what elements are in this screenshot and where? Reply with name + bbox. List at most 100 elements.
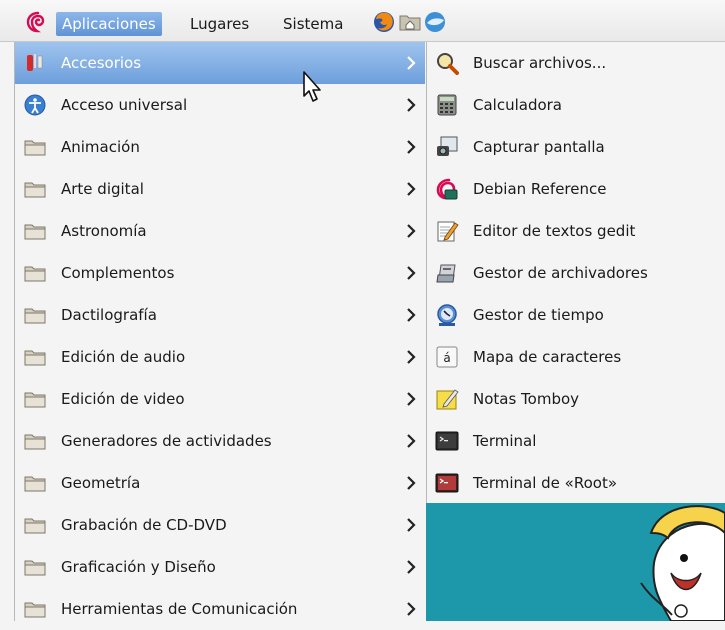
chevron-right-icon	[407, 434, 416, 448]
menu-item-edicion-de-audio[interactable]: Edición de audio	[15, 336, 425, 378]
screenshot-icon	[437, 136, 458, 156]
chevron-right-icon	[407, 518, 416, 532]
text-editor-icon	[437, 221, 459, 242]
submenu-item-gestor-de-archivadores[interactable]: Gestor de archivadores	[427, 252, 725, 294]
menu-item-graficacion-y-diseno[interactable]: Graficación y Diseño	[15, 546, 425, 588]
menu-item-label: Edición de audio	[61, 348, 186, 366]
menu-item-label: Animación	[61, 138, 140, 156]
time-tracker-icon	[437, 304, 457, 326]
folder-icon	[24, 350, 46, 366]
folder-icon	[24, 266, 46, 282]
submenu-item-label: Terminal de «Root»	[473, 474, 618, 492]
menu-item-label: Astronomía	[61, 222, 147, 240]
chevron-right-icon	[407, 350, 416, 364]
root-terminal-icon	[435, 473, 459, 493]
menu-item-label: Generadores de actividades	[61, 432, 272, 450]
submenu-item-label: Debian Reference	[473, 180, 607, 198]
menu-item-generadores-de-actividades[interactable]: Generadores de actividades	[15, 420, 425, 462]
universal-access-icon	[24, 94, 46, 116]
top-panel: Aplicaciones Lugares Sistema	[0, 0, 725, 42]
submenu-item-label: Mapa de caracteres	[473, 348, 622, 366]
folder-icon	[24, 182, 46, 198]
submenu-item-mapa-de-caracteres[interactable]: á Mapa de caracteres	[427, 336, 725, 378]
folder-icon	[24, 434, 46, 450]
submenu-item-terminal-de-root[interactable]: Terminal de «Root»	[427, 462, 725, 504]
submenu-item-calculadora[interactable]: Calculadora	[427, 84, 725, 126]
submenu-item-editor-de-textos-gedit[interactable]: Editor de textos gedit	[427, 210, 725, 252]
menu-item-label: Accesorios	[61, 54, 142, 72]
menu-item-label: Geometría	[61, 474, 141, 492]
chevron-right-icon	[407, 140, 416, 154]
menu-item-label: Arte digital	[61, 180, 144, 198]
chevron-right-icon	[407, 224, 416, 238]
desktop-background	[426, 503, 725, 622]
folder-icon	[24, 518, 46, 534]
folder-icon	[24, 560, 46, 576]
menu-item-geometria[interactable]: Geometría	[15, 462, 425, 504]
system-menu[interactable]: Sistema	[283, 12, 343, 36]
folder-icon	[24, 392, 46, 408]
folder-icon	[24, 140, 46, 156]
menu-item-dactilografia[interactable]: Dactilografía	[15, 294, 425, 336]
submenu-item-debian-reference[interactable]: Debian Reference	[427, 168, 725, 210]
folder-icon	[24, 476, 46, 492]
menu-item-accesorios[interactable]: Accesorios	[15, 42, 425, 84]
character-map-glyph: á	[443, 351, 450, 365]
menu-item-astronomia[interactable]: Astronomía	[15, 210, 425, 252]
menu-item-herramientas-de-comunicacion[interactable]: Herramientas de Comunicación	[15, 588, 425, 630]
applications-menu[interactable]: Aplicaciones	[56, 12, 162, 36]
debian-logo-icon[interactable]	[25, 10, 49, 34]
chevron-right-icon	[407, 98, 416, 112]
menu-item-label: Edición de video	[61, 390, 185, 408]
submenu-item-terminal[interactable]: Terminal	[427, 420, 725, 462]
submenu-item-label: Buscar archivos...	[473, 54, 607, 72]
submenu-item-label: Editor de textos gedit	[473, 222, 636, 240]
menu-item-animacion[interactable]: Animación	[15, 126, 425, 168]
menu-item-acceso-universal[interactable]: Acceso universal	[15, 84, 425, 126]
menu-item-arte-digital[interactable]: Arte digital	[15, 168, 425, 210]
submenu-item-label: Capturar pantalla	[473, 138, 605, 156]
mouse-cursor-icon	[303, 71, 321, 102]
home-folder-icon[interactable]	[398, 10, 422, 34]
menu-item-label: Dactilografía	[61, 306, 157, 324]
menu-item-edicion-de-video[interactable]: Edición de video	[15, 378, 425, 420]
applications-dropdown: Accesorios Acceso universal Animación Ar…	[14, 42, 426, 621]
folder-icon	[24, 602, 46, 618]
menu-item-complementos[interactable]: Complementos	[15, 252, 425, 294]
chevron-right-icon	[407, 392, 416, 406]
thunderbird-icon[interactable]	[423, 10, 447, 34]
menu-item-label: Acceso universal	[61, 96, 188, 114]
submenu-item-buscar-archivos[interactable]: Buscar archivos...	[427, 42, 725, 84]
accesorios-submenu: Buscar archivos... Calculadora Capturar …	[426, 42, 725, 503]
submenu-item-notas-tomboy[interactable]: Notas Tomboy	[427, 378, 725, 420]
chevron-right-icon	[407, 560, 416, 574]
submenu-item-label: Gestor de tiempo	[473, 306, 604, 324]
accessories-icon	[27, 54, 43, 71]
chevron-right-icon	[407, 56, 416, 70]
search-icon	[437, 53, 459, 75]
submenu-item-label: Calculadora	[473, 96, 563, 114]
tomboy-notes-icon	[436, 389, 459, 410]
chevron-right-icon	[407, 266, 416, 280]
desktop-mascot-icon	[640, 505, 725, 622]
menu-item-label: Complementos	[61, 264, 175, 282]
folder-icon	[24, 224, 46, 240]
debian-reference-icon	[436, 178, 458, 200]
submenu-item-gestor-de-tiempo[interactable]: Gestor de tiempo	[427, 294, 725, 336]
submenu-item-capturar-pantalla[interactable]: Capturar pantalla	[427, 126, 725, 168]
firefox-icon[interactable]	[372, 10, 396, 34]
submenu-item-label: Terminal	[473, 432, 537, 450]
menu-item-label: Graficación y Diseño	[61, 558, 216, 576]
chevron-right-icon	[407, 308, 416, 322]
menu-item-label: Grabación de CD-DVD	[61, 516, 227, 534]
menu-item-label: Herramientas de Comunicación	[61, 600, 298, 618]
character-map-icon: á	[436, 346, 458, 368]
submenu-item-label: Gestor de archivadores	[473, 264, 648, 282]
archive-manager-icon	[436, 264, 456, 283]
menu-item-grabacion-de-cd-dvd[interactable]: Grabación de CD-DVD	[15, 504, 425, 546]
chevron-right-icon	[407, 602, 416, 616]
calculator-icon	[437, 94, 457, 116]
folder-icon	[24, 308, 46, 324]
places-menu[interactable]: Lugares	[190, 12, 249, 36]
submenu-item-label: Notas Tomboy	[473, 390, 580, 408]
